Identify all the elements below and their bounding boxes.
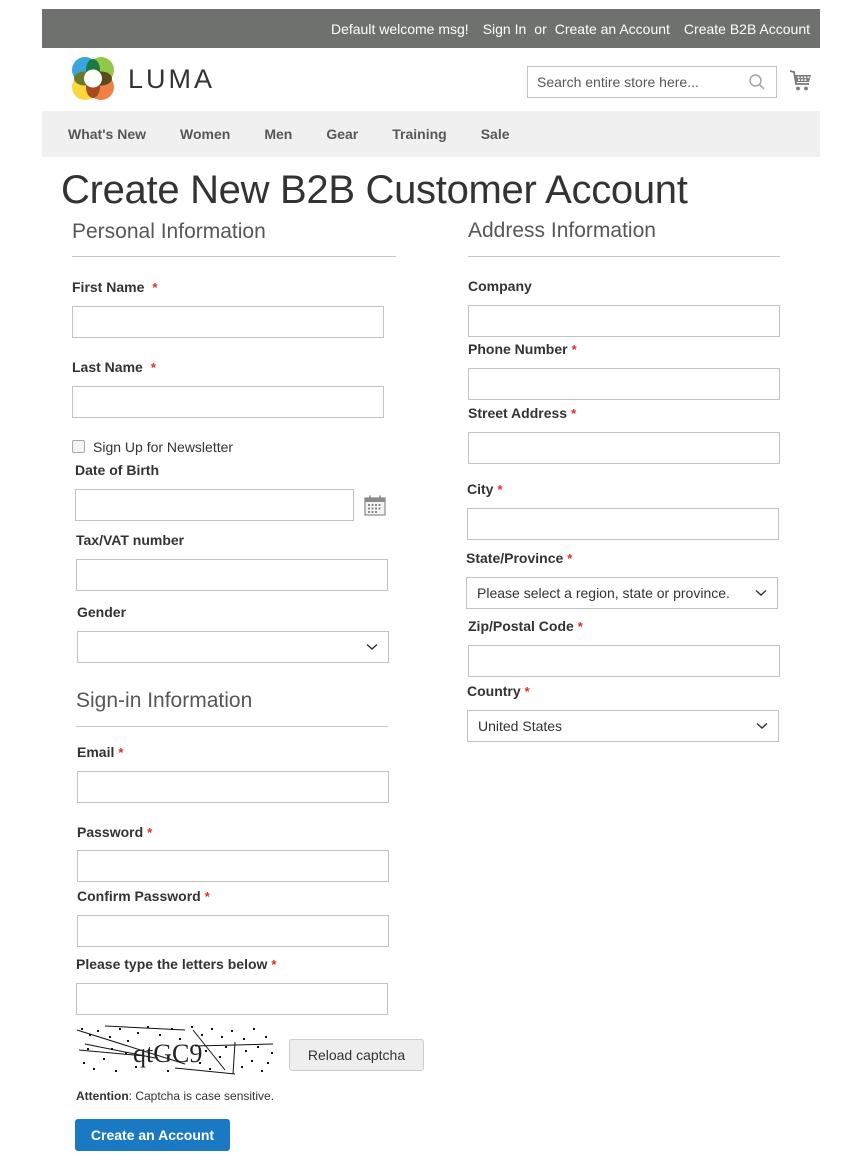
nav-gear[interactable]: Gear (326, 126, 358, 142)
dob-label: Date of Birth (75, 462, 159, 478)
password-input[interactable] (77, 850, 389, 882)
first-name-input[interactable] (72, 306, 384, 338)
attention-text: : Captcha is case sensitive. (128, 1089, 275, 1103)
captcha-label: Please type the letters below * (76, 956, 276, 972)
last-name-input[interactable] (72, 386, 384, 418)
chevron-down-icon (755, 589, 767, 596)
phone-label-text: Phone Number (468, 341, 568, 357)
header-links: Default welcome msg! Sign In or Create a… (317, 9, 810, 48)
required-marker: * (150, 360, 156, 375)
region-select[interactable]: Please select a region, state or provinc… (466, 577, 778, 609)
main-navigation: What's New Women Men Gear Training Sale (42, 111, 820, 157)
nav-training[interactable]: Training (392, 126, 446, 142)
last-name-label-text: Last Name (72, 359, 143, 375)
region-selected: Please select a region, state or provinc… (477, 585, 730, 601)
personal-info-title: Personal Information (72, 220, 266, 243)
required-marker: * (571, 342, 577, 357)
captcha-attention-note: Attention: Captcha is case sensitive. (76, 1089, 274, 1103)
dob-input[interactable] (75, 489, 354, 521)
required-marker: * (271, 957, 277, 972)
gender-select[interactable] (77, 631, 389, 663)
signin-info-title: Sign-in Information (76, 689, 253, 712)
region-label: State/Province * (466, 550, 572, 566)
gender-label: Gender (77, 604, 127, 620)
luma-logo-icon (72, 57, 114, 100)
city-label-text: City (467, 481, 494, 497)
captcha-input[interactable] (76, 983, 388, 1015)
confirm-password-input[interactable] (77, 915, 389, 947)
required-marker: * (147, 825, 153, 840)
phone-input[interactable] (468, 368, 780, 400)
city-label: City * (467, 481, 503, 497)
nav-women[interactable]: Women (180, 126, 230, 142)
last-name-label: Last Name * (72, 359, 156, 375)
region-label-text: State/Province (466, 550, 564, 566)
create-account-button[interactable]: Create an Account (75, 1119, 230, 1151)
required-marker: * (524, 684, 530, 699)
required-marker: * (571, 406, 577, 421)
search-icon[interactable] (748, 73, 766, 91)
taxvat-input[interactable] (76, 559, 388, 591)
password-label-text: Password (77, 824, 144, 840)
street-label-text: Street Address (468, 405, 568, 421)
search-box (527, 66, 777, 98)
address-info-divider (468, 256, 780, 257)
captcha-label-text: Please type the letters below (76, 956, 268, 972)
email-label: Email * (77, 744, 123, 760)
street-label: Street Address * (468, 405, 576, 421)
email-input[interactable] (77, 771, 389, 803)
city-input[interactable] (467, 508, 779, 540)
signin-info-divider (76, 726, 388, 727)
password-label: Password * (77, 824, 152, 840)
captcha-text: qtGC9 (133, 1039, 202, 1068)
create-b2b-account-link[interactable]: Create B2B Account (684, 21, 810, 37)
personal-info-divider (72, 256, 396, 257)
attention-label: Attention (76, 1089, 129, 1103)
chevron-down-icon (756, 722, 768, 729)
confirm-password-label-text: Confirm Password (77, 888, 201, 904)
search-input[interactable] (528, 67, 738, 97)
zip-label-text: Zip/Postal Code (468, 618, 574, 634)
logo-text: LUMA (128, 63, 216, 94)
nav-whats-new[interactable]: What's New (68, 126, 146, 142)
first-name-label: First Name * (72, 279, 157, 295)
calendar-icon[interactable] (364, 495, 386, 516)
create-account-link[interactable]: Create an Account (555, 21, 670, 37)
required-marker: * (118, 745, 124, 760)
logo-link[interactable]: LUMA (70, 56, 220, 102)
country-selected: United States (478, 718, 563, 734)
nav-sale[interactable]: Sale (481, 126, 510, 142)
required-marker: * (152, 280, 158, 295)
country-label: Country * (467, 683, 530, 699)
reload-captcha-button[interactable]: Reload captcha (289, 1039, 424, 1071)
sign-in-link[interactable]: Sign In (483, 21, 527, 37)
chevron-down-icon (366, 643, 378, 650)
required-marker: * (497, 482, 503, 497)
confirm-password-label: Confirm Password * (77, 888, 210, 904)
address-info-title: Address Information (468, 219, 656, 242)
company-label: Company (468, 278, 532, 294)
email-label-text: Email (77, 744, 115, 760)
nav-men[interactable]: Men (264, 126, 292, 142)
newsletter-label[interactable]: Sign Up for Newsletter (93, 439, 233, 455)
page-title: Create New B2B Customer Account (61, 168, 688, 212)
captcha-image: qtGC9 (76, 1025, 274, 1075)
newsletter-checkbox[interactable] (72, 440, 85, 453)
taxvat-label: Tax/VAT number (76, 532, 185, 548)
or-text: or (534, 20, 547, 37)
zip-input[interactable] (468, 645, 780, 677)
cart-icon[interactable] (788, 68, 814, 94)
company-input[interactable] (468, 305, 780, 337)
first-name-label-text: First Name (72, 279, 145, 295)
required-marker: * (567, 551, 573, 566)
country-label-text: Country (467, 683, 521, 699)
country-select[interactable]: United States (467, 710, 779, 742)
required-marker: * (204, 889, 210, 904)
welcome-message: Default welcome msg! (330, 20, 469, 37)
street-input[interactable] (468, 432, 780, 464)
zip-label: Zip/Postal Code * (468, 618, 583, 634)
phone-label: Phone Number * (468, 341, 577, 357)
required-marker: * (577, 619, 583, 634)
top-header-bar: Default welcome msg! Sign In or Create a… (42, 9, 820, 48)
